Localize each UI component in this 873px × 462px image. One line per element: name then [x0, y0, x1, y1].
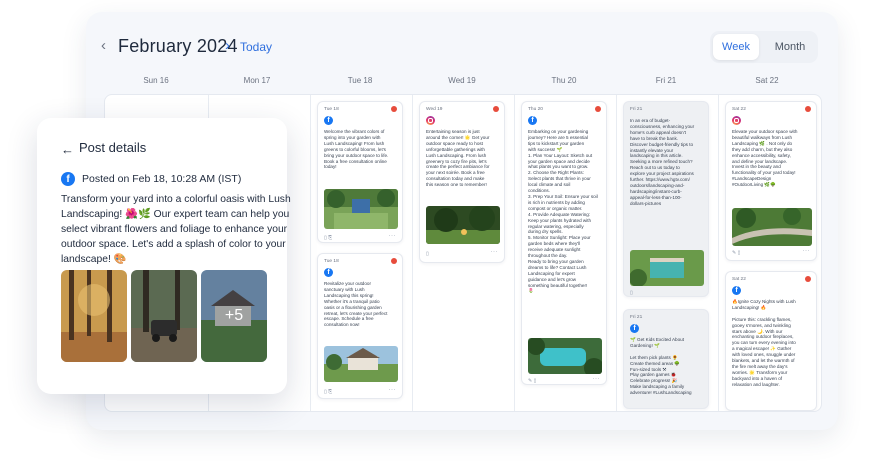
day-header-fri: Fri 21 — [655, 76, 677, 85]
post-image-thumbnail[interactable] — [61, 270, 127, 362]
post-text: Embarking on your gardening journey? Her… — [528, 129, 598, 294]
notification-dot — [805, 106, 811, 112]
more-icon[interactable]: ··· — [803, 248, 811, 254]
post-card[interactable]: Tue 18 Welcome the vibrant colors of spr… — [317, 101, 403, 243]
post-image — [732, 208, 812, 246]
post-details-panel: ← Post details Posted on Feb 18, 10:28 A… — [37, 118, 291, 394]
post-date: Sat 22 — [732, 277, 746, 282]
post-image — [528, 338, 602, 374]
column-divider — [616, 95, 617, 411]
day-header-mon: Mon 17 — [243, 76, 271, 85]
stage: ‹ February 2024 › Today Week Month Sun 1… — [0, 0, 873, 462]
notification-dot — [805, 276, 811, 282]
facebook-icon — [324, 268, 333, 277]
month-title: February 2024 — [118, 36, 238, 56]
post-text: 🌱 Get Kids Excited About Gardening! 🌱 Le… — [630, 337, 692, 396]
month-view-button[interactable]: Month — [766, 34, 814, 60]
notification-dot — [391, 258, 397, 264]
facebook-icon — [732, 286, 741, 295]
day-header-tue: Tue 18 — [347, 76, 373, 85]
post-text: Entertaining season is just around the c… — [426, 129, 490, 188]
post-card[interactable]: Wed 19 Entertaining season is just aroun… — [419, 101, 505, 263]
post-text: Revitalize your outdoor sanctuary with L… — [324, 281, 388, 328]
day-header-sat: Sat 22 — [755, 76, 779, 85]
post-image-thumbnail[interactable] — [131, 270, 197, 362]
column-divider — [718, 95, 719, 411]
day-header-sun: Sun 16 — [143, 76, 169, 85]
post-actions[interactable]: ✎ ▯ — [732, 250, 740, 256]
more-icon[interactable]: ··· — [491, 249, 499, 255]
today-button[interactable]: Today — [240, 40, 272, 54]
post-date: Tue 18 — [324, 259, 339, 264]
facebook-icon — [324, 116, 333, 125]
day-header-wed: Wed 19 — [448, 76, 476, 85]
post-date: Thu 20 — [528, 107, 543, 112]
post-card[interactable]: Sat 22 🔥Ignite Cozy Nights with Lush Lan… — [725, 271, 817, 411]
post-date: Fri 21 — [630, 315, 643, 320]
more-icon[interactable]: ··· — [389, 233, 397, 239]
post-text: Welcome the vibrant colors of spring int… — [324, 129, 389, 170]
notification-dot — [493, 106, 499, 112]
more-images-overlay[interactable]: +5 — [201, 270, 267, 362]
post-actions[interactable]: ▯ ⎘ — [324, 389, 332, 395]
post-card[interactable]: Fri 21 In an era of budget- consciousnes… — [623, 101, 709, 297]
instagram-icon — [426, 116, 435, 125]
post-card[interactable]: Thu 20 Embarking on your gardening journ… — [521, 101, 607, 385]
post-text: In an era of budget- consciousness, enha… — [630, 118, 695, 206]
facebook-icon — [630, 324, 639, 333]
column-divider — [412, 95, 413, 411]
post-image — [324, 346, 398, 382]
week-view-button[interactable]: Week — [713, 34, 759, 60]
more-icon[interactable]: ··· — [389, 387, 397, 393]
post-text: Elevate your outdoor space with beautifu… — [732, 129, 798, 188]
post-date: Fri 21 — [630, 107, 643, 112]
column-divider — [310, 95, 311, 411]
column-divider — [514, 95, 515, 411]
post-date: Wed 19 — [426, 107, 443, 112]
post-body: Transform your yard into a colorful oasi… — [61, 194, 291, 265]
post-actions[interactable]: ▯ — [630, 290, 633, 296]
post-text: 🔥Ignite Cozy Nights with Lush Landscapin… — [732, 299, 796, 387]
post-actions[interactable]: ▯ — [426, 251, 429, 257]
facebook-icon — [61, 172, 75, 186]
panel-title: Post details — [79, 140, 147, 155]
post-card[interactable]: Fri 21 🌱 Get Kids Excited About Gardenin… — [623, 309, 709, 409]
notification-dot — [391, 106, 397, 112]
post-actions[interactable]: ✎ ▯ — [528, 378, 536, 384]
back-arrow-icon[interactable]: ← — [61, 142, 74, 157]
post-image — [630, 250, 704, 286]
post-image — [426, 206, 500, 244]
posted-on-text: Posted on Feb 18, 10:28 AM (IST) — [82, 173, 242, 185]
facebook-icon — [528, 116, 537, 125]
instagram-icon — [732, 116, 741, 125]
post-card[interactable]: Sat 22 Elevate your outdoor space with b… — [725, 101, 817, 261]
post-image-thumbnail[interactable]: +5 — [201, 270, 267, 362]
chevron-right-icon[interactable]: › — [225, 38, 230, 54]
view-toggle: Week Month — [710, 31, 818, 63]
post-actions[interactable]: ▯ ⎘ — [324, 235, 332, 241]
post-image — [324, 189, 398, 229]
day-header-thu: Thu 20 — [551, 76, 577, 85]
chevron-left-icon[interactable]: ‹ — [101, 38, 106, 54]
post-card[interactable]: Tue 18 Revitalize your outdoor sanctuary… — [317, 253, 403, 399]
post-date: Sat 22 — [732, 107, 746, 112]
post-date: Tue 18 — [324, 107, 339, 112]
calendar-header: ‹ February 2024 › Today Week Month — [86, 12, 838, 72]
notification-dot — [595, 106, 601, 112]
more-icon[interactable]: ··· — [593, 376, 601, 382]
